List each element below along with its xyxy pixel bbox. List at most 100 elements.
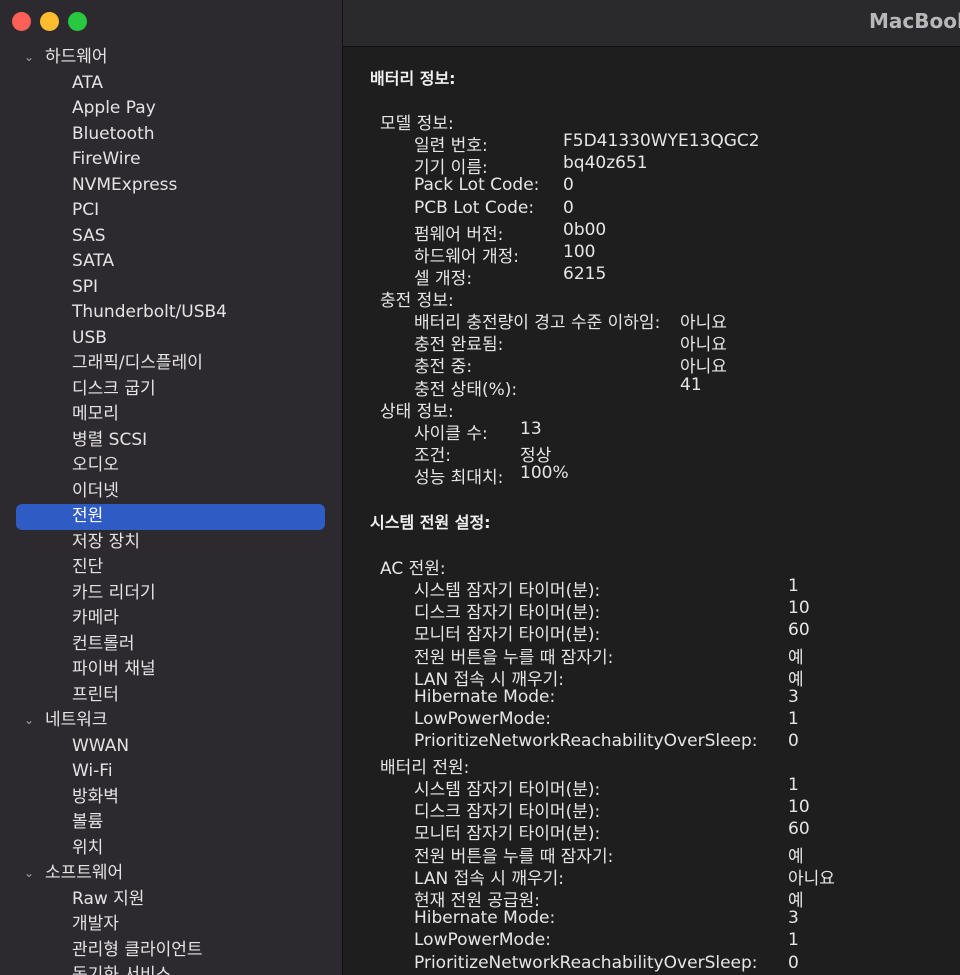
sidebar-item-pci[interactable]: PCI [0,198,342,224]
category-network[interactable]: ⌄ 네트워크 [0,708,342,734]
sidebar-item-bluetooth[interactable]: Bluetooth [0,122,342,148]
info-value: 0 [788,731,799,752]
info-row: 전원 버튼을 누를 때 잠자기: 예 [414,842,954,867]
info-value: 60 [788,819,810,840]
sidebar-item-label: Wi-Fi [72,761,113,781]
info-row: 충전 중: 아니요 [414,352,954,377]
sidebar-item-location[interactable]: 위치 [0,836,342,862]
info-row: 셀 개정: 6215 [414,264,954,289]
sidebar-item-label: FireWire [72,149,141,169]
info-row: 펌웨어 버전: 0b00 [414,220,954,245]
sidebar-item-apple-pay[interactable]: Apple Pay [0,96,342,122]
info-row: 시스템 잠자기 타이머(분): 1 [414,775,954,800]
sidebar-item-parallel-scsi[interactable]: 병렬 SCSI [0,428,342,454]
sidebar-item-label: 카메라 [72,608,119,628]
sidebar-item-sas[interactable]: SAS [0,224,342,250]
sidebar-item-label: 관리형 클라이언트 [72,939,203,960]
sidebar-item-label: 진단 [72,557,104,577]
chevron-down-icon[interactable]: ⌄ [19,861,39,887]
info-value: 41 [680,374,702,395]
sidebar-item-label: ATA [72,72,104,93]
sidebar-item-thunderbolt[interactable]: Thunderbolt/USB4 [0,300,342,326]
info-row: 현재 전원 공급원: 예 [414,886,954,911]
sidebar-item-spi[interactable]: SPI [0,275,342,301]
sidebar-item-nvmexpress[interactable]: NVMExpress [0,173,342,199]
info-row: 디스크 잠자기 타이머(분): 10 [414,598,954,623]
info-key: LowPowerMode: [414,709,551,730]
sidebar-item-label: 메모리 [72,404,119,424]
info-row: 기기 이름: bq40z651 [414,153,954,178]
sidebar-item-sync-services[interactable]: 동기화 서비스 [0,963,342,975]
sidebar-item-diagnostics[interactable]: 진단 [0,555,342,581]
sidebar-item-ethernet[interactable]: 이더넷 [0,479,342,505]
sidebar-item-label: WWAN [72,735,130,756]
sidebar-item-label: Raw 지원 [72,888,145,909]
info-key: 성능 최대치: [414,468,504,489]
sidebar-item-fibre-channel[interactable]: 파이버 채널 [0,657,342,683]
sidebar-tree: ⌄ 하드웨어 ATA Apple Pay Bluetooth FireWire … [0,45,342,975]
info-value: 1 [788,775,799,795]
sidebar-item-label: 카드 리더기 [72,582,156,603]
detail-pane: MacBook 배터리 정보: 모델 정보: 일련 번호:F5D41330WYE… [343,0,960,975]
info-value: F5D41330WYE13QGC2 [563,131,760,151]
sidebar-item-raw-support[interactable]: Raw 지원 [0,887,342,913]
sidebar-item-disc-burning[interactable]: 디스크 굽기 [0,377,342,403]
info-row: 조건: 정상 [414,441,954,466]
sidebar-item-label: 컨트롤러 [72,633,135,654]
info-row: 모니터 잠자기 타이머(분): 60 [414,620,954,645]
sidebar-item-label: USB [72,327,107,348]
sidebar-item-usb[interactable]: USB [0,326,342,352]
category-software[interactable]: ⌄ 소프트웨어 [0,861,342,887]
sidebar-item-ata[interactable]: ATA [0,71,342,97]
sidebar-item-label: 병렬 SCSI [72,429,148,450]
info-value: 6215 [563,264,607,285]
category-hardware[interactable]: ⌄ 하드웨어 [0,45,342,71]
sidebar-item-audio[interactable]: 오디오 [0,453,342,479]
close-window-button[interactable] [12,12,31,31]
sidebar-item-graphics-display[interactable]: 그래픽/디스플레이 [0,351,342,377]
info-row: Pack Lot Code: 0 [414,175,954,197]
sidebar-item-printer[interactable]: 프린터 [0,683,342,709]
sidebar-item-firewire[interactable]: FireWire [0,147,342,173]
sidebar-item-volumes[interactable]: 볼륨 [0,810,342,836]
info-row: PrioritizeNetworkReachabilityOverSleep: 0 [414,953,954,975]
info-value: 100% [520,463,569,484]
zoom-window-button[interactable] [68,12,87,31]
info-row: Hibernate Mode: 3 [414,908,954,930]
info-value: 0 [563,175,574,196]
sidebar-item-wifi[interactable]: Wi-Fi [0,759,342,785]
sidebar-item-label: 프린터 [72,684,119,705]
sidebar-item-label: SATA [72,251,115,271]
sidebar-item-storage[interactable]: 저장 장치 [0,530,342,556]
sidebar-item-label: 저장 장치 [72,531,140,552]
sidebar-item-firewall[interactable]: 방화벽 [0,785,342,811]
chevron-down-icon[interactable]: ⌄ [19,708,39,734]
sidebar-item-label: 오디오 [72,455,119,475]
sidebar-item-label: NVMExpress [72,174,178,195]
info-key: PrioritizeNetworkReachabilityOverSleep: [414,952,758,973]
sidebar-item-wwan[interactable]: WWAN [0,734,342,760]
sidebar-item-label: SAS [72,225,106,246]
sidebar-item-memory[interactable]: 메모리 [0,402,342,428]
info-value: 3 [788,687,799,707]
sidebar-item-managed-client[interactable]: 관리형 클라이언트 [0,938,342,964]
chevron-down-icon[interactable]: ⌄ [19,45,39,71]
info-value: 1 [788,576,799,596]
sidebar-item-label: Bluetooth [72,123,155,144]
sidebar-item-developer[interactable]: 개발자 [0,912,342,938]
category-label: 소프트웨어 [45,863,124,883]
sidebar-item-card-reader[interactable]: 카드 리더기 [0,581,342,607]
sidebar-item-sata[interactable]: SATA [0,249,342,275]
sidebar-item-label: 파이버 채널 [72,659,156,679]
info-value: 60 [788,620,810,641]
info-key: 충전 상태(%): [414,379,518,400]
category-label: 하드웨어 [45,47,108,67]
detail-content: 배터리 정보: 모델 정보: 일련 번호: F5D41330WYE13QGC2 기기… [343,47,960,975]
sidebar-item-camera[interactable]: 카메라 [0,606,342,632]
sidebar-item-controller[interactable]: 컨트롤러 [0,632,342,658]
info-row: Hibernate Mode: 3 [414,687,954,709]
minimize-window-button[interactable] [40,12,59,31]
sidebar-item-label: 볼륨 [72,812,104,832]
sidebar-item-power[interactable]: 전원 [0,504,342,530]
info-value: bq40z651 [563,153,648,174]
